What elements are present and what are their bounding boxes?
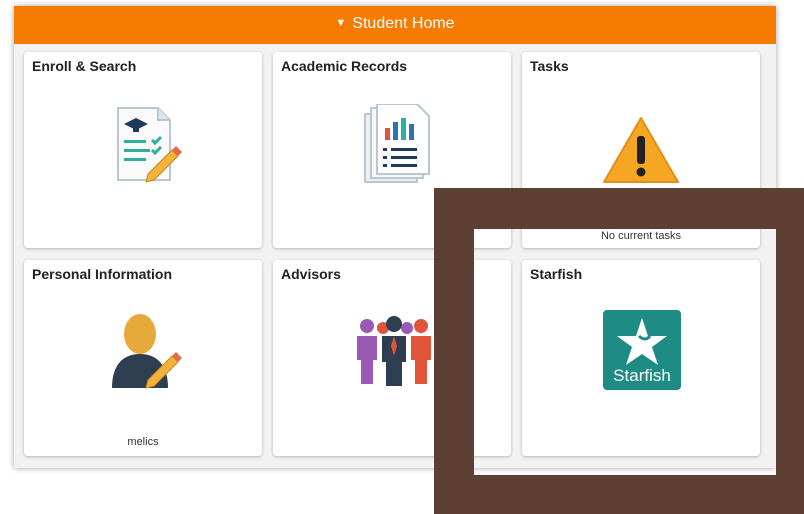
tile-starfish[interactable]: Starfish Starfish	[522, 260, 760, 456]
overlay-frame-bottom	[434, 475, 804, 514]
person-edit-icon	[112, 314, 182, 389]
starfish-logo-icon: Starfish	[603, 310, 681, 390]
tile-advisors[interactable]: Advisors	[273, 260, 511, 456]
student-home-frame: ▼ Student Home Enroll & Search Academic R…	[14, 6, 776, 468]
overlay-frame-top	[434, 188, 804, 229]
overlay-frame-left	[434, 229, 474, 475]
tile-title: Enroll & Search	[32, 58, 137, 74]
student-home-header[interactable]: ▼ Student Home	[14, 6, 776, 44]
tile-title: Advisors	[281, 266, 341, 282]
tile-title: Starfish	[530, 266, 583, 282]
tile-title: Personal Information	[32, 266, 173, 282]
warning-icon	[603, 117, 679, 183]
starfish-logo-text: Starfish	[613, 366, 671, 385]
personal-info-username: melics	[127, 436, 159, 448]
triangle-down-icon: ▼	[335, 17, 347, 29]
advisors-group-icon	[357, 316, 431, 386]
tile-title: Tasks	[530, 58, 569, 74]
enroll-search-icon	[117, 107, 182, 183]
tile-personal-information[interactable]: Personal Information melics	[24, 260, 262, 456]
academic-records-icon	[364, 104, 430, 183]
tile-enroll-search[interactable]: Enroll & Search	[24, 52, 262, 248]
tasks-status-text: No current tasks	[600, 230, 682, 242]
student-home-title: Student Home	[352, 15, 455, 32]
tile-title: Academic Records	[281, 58, 408, 74]
overlay-frame-right	[776, 229, 804, 475]
star-icon	[617, 318, 667, 365]
